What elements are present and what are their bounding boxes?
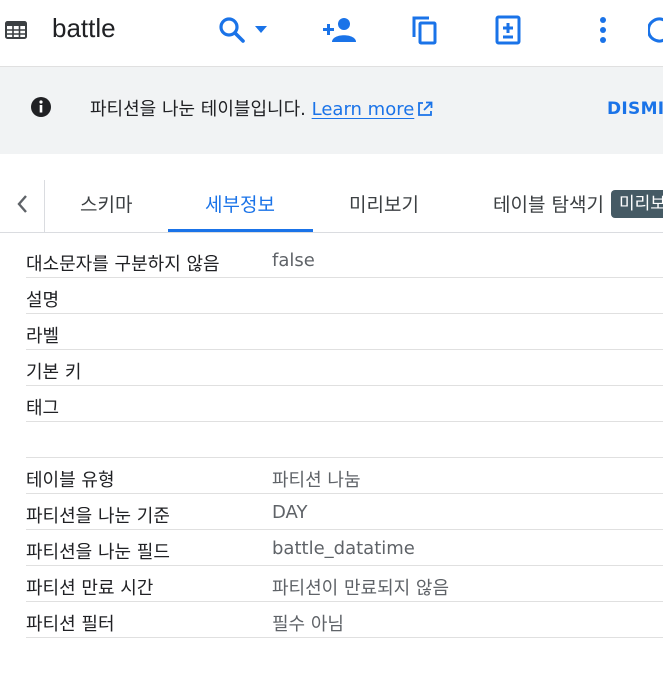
detail-row-partition-filter: 파티션 필터 필수 아님 [26, 602, 663, 638]
table-icon [4, 18, 28, 42]
detail-key: 파티션 필터 [26, 614, 115, 635]
detail-row-labels: 라벨 [26, 314, 663, 350]
detail-row-partitioned-field: 파티션을 나눈 필드 battle_datatime [26, 530, 663, 566]
detail-value: false [272, 250, 315, 271]
refresh-icon [648, 15, 663, 45]
detail-value: 필수 아님 [272, 614, 344, 635]
detail-row-partition-expiry: 파티션 만료 시간 파티션이 만료되지 않음 [26, 566, 663, 602]
refresh-button[interactable] [648, 14, 663, 46]
tab-schema[interactable]: 스키마 [80, 190, 132, 217]
header-bar: battle [0, 0, 663, 67]
learn-more-label: Learn more [311, 99, 415, 120]
detail-row-description: 설명 [26, 278, 663, 314]
share-button[interactable] [322, 14, 358, 46]
learn-more-link[interactable]: Learn more [312, 99, 434, 120]
detail-key: 설명 [26, 290, 60, 311]
table-title: battle [52, 13, 116, 43]
detail-value: DAY [272, 502, 308, 523]
detail-value: battle_datatime [272, 538, 415, 559]
add-person-icon [322, 16, 358, 44]
detail-row-case-insensitive: 대소문자를 구분하지 않음 false [26, 242, 663, 278]
detail-key: 파티션을 나눈 기준 [26, 506, 170, 527]
tab-preview[interactable]: 미리보기 [349, 190, 419, 217]
tab-scroll-left-button[interactable] [0, 180, 45, 232]
dismiss-button[interactable]: DISMISS [607, 99, 663, 119]
banner-text: 파티션을 나눈 테이블입니다. [90, 99, 306, 120]
detail-row-primary-key: 기본 키 [26, 350, 663, 386]
detail-key: 대소문자를 구분하지 않음 [26, 254, 220, 275]
dropdown-arrow-icon [255, 26, 267, 34]
external-link-icon [417, 100, 433, 124]
query-button[interactable] [210, 14, 274, 46]
more-options-button[interactable] [587, 14, 619, 46]
detail-row-table-type: 테이블 유형 파티션 나눔 [26, 457, 663, 494]
active-tab-indicator [168, 229, 313, 232]
add-document-icon [495, 15, 521, 45]
detail-key: 테이블 유형 [26, 470, 115, 491]
detail-value: 파티션이 만료되지 않음 [272, 578, 450, 599]
chevron-left-icon [16, 194, 28, 218]
more-vert-icon [599, 16, 607, 44]
copy-button[interactable] [409, 14, 441, 46]
detail-key: 파티션 만료 시간 [26, 578, 154, 599]
preview-badge: 미리보기 [611, 190, 663, 218]
detail-key: 기본 키 [26, 362, 82, 383]
detail-row-tags: 태그 [26, 386, 663, 422]
banner-message: 파티션을 나눈 테이블입니다. Learn more [90, 98, 433, 124]
detail-value: 파티션 나눔 [272, 470, 361, 491]
detail-key: 파티션을 나눈 필드 [26, 542, 170, 563]
tab-details[interactable]: 세부정보 [205, 190, 275, 217]
page: battle 파티션을 나눈 테이블입니다. Learn more DISMI … [0, 0, 663, 687]
search-icon [217, 15, 247, 45]
detail-row-partitioned-by: 파티션을 나눈 기준 DAY [26, 494, 663, 530]
copy-icon [411, 15, 439, 45]
info-icon [30, 96, 52, 118]
detail-key: 태그 [26, 398, 60, 419]
detail-key: 라벨 [26, 326, 60, 347]
tab-table-explorer[interactable]: 테이블 탐색기 [493, 190, 604, 217]
snapshot-button[interactable] [492, 14, 524, 46]
